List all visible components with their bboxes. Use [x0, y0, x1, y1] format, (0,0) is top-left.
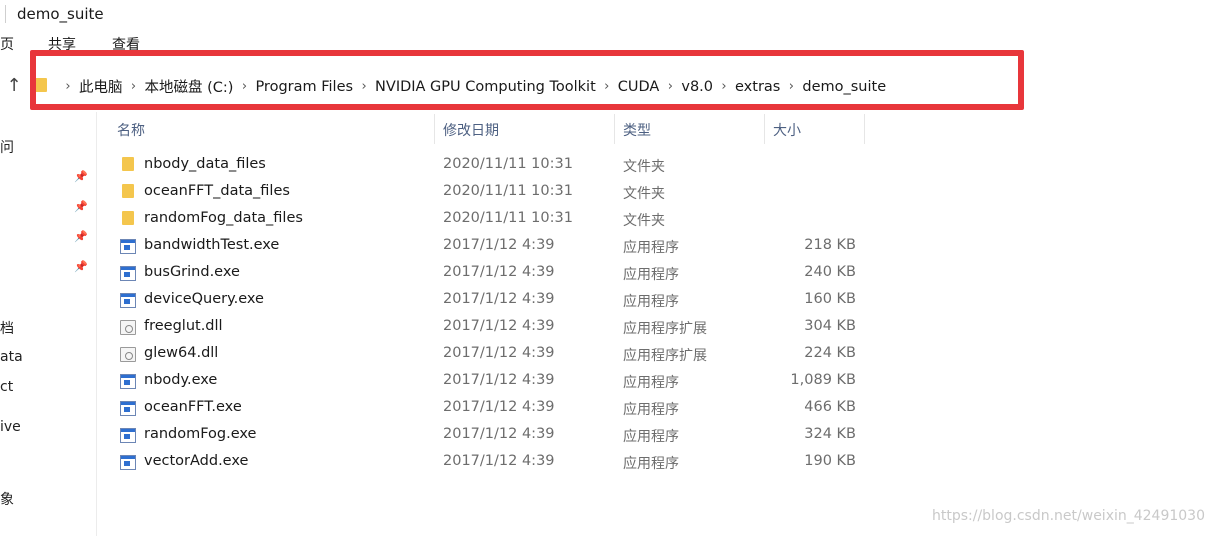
file-name: randomFog_data_files [144, 210, 303, 226]
file-name: nbody_data_files [144, 156, 266, 172]
file-name: glew64.dll [144, 345, 219, 361]
file-type: 应用程序 [623, 375, 679, 391]
file-date: 2017/1/12 4:39 [443, 399, 555, 415]
file-size: 160 KB [804, 291, 856, 307]
nav-item-fragment[interactable]: 档 [0, 318, 14, 338]
file-row[interactable]: vectorAdd.exe 2017/1/12 4:39 应用程序 190 KB [96, 449, 876, 476]
file-date: 2020/11/11 10:31 [443, 210, 573, 226]
pin-icon[interactable]: 📌 [74, 260, 88, 274]
dll-icon [120, 347, 136, 362]
pin-icon[interactable]: 📌 [74, 230, 88, 244]
file-name: oceanFFT.exe [144, 399, 242, 415]
file-type: 应用程序扩展 [623, 321, 707, 337]
file-row[interactable]: busGrind.exe 2017/1/12 4:39 应用程序 240 KB [96, 260, 876, 287]
file-type: 文件夹 [623, 213, 665, 229]
file-name: freeglut.dll [144, 318, 223, 334]
file-date: 2017/1/12 4:39 [443, 453, 555, 469]
file-size: 240 KB [804, 264, 856, 280]
file-type: 应用程序扩展 [623, 348, 707, 364]
pin-icon[interactable]: 📌 [74, 170, 88, 184]
file-row[interactable]: deviceQuery.exe 2017/1/12 4:39 应用程序 160 KB [96, 287, 876, 314]
up-arrow-icon[interactable]: ↑ [4, 76, 24, 96]
exe-icon [120, 401, 136, 416]
address-highlight-box [30, 50, 1024, 110]
folder-icon [122, 157, 134, 171]
title-bar: demo_suite [0, 0, 1215, 30]
file-name: bandwidthTest.exe [144, 237, 280, 253]
file-type: 应用程序 [623, 240, 679, 256]
folder-icon [122, 184, 134, 198]
file-row[interactable]: nbody_data_files 2020/11/11 10:31 文件夹 [96, 152, 876, 179]
exe-icon [120, 293, 136, 308]
file-size: 304 KB [804, 318, 856, 334]
column-divider[interactable] [614, 114, 615, 144]
file-row[interactable]: nbody.exe 2017/1/12 4:39 应用程序 1,089 KB [96, 368, 876, 395]
title-separator [5, 5, 6, 23]
file-name: nbody.exe [144, 372, 218, 388]
window-title: demo_suite [17, 5, 104, 23]
file-date: 2017/1/12 4:39 [443, 291, 555, 307]
file-row[interactable]: glew64.dll 2017/1/12 4:39 应用程序扩展 224 KB [96, 341, 876, 368]
file-row[interactable]: randomFog_data_files 2020/11/11 10:31 文件夹 [96, 206, 876, 233]
nav-item-fragment[interactable]: ive [0, 419, 21, 435]
column-divider[interactable] [864, 114, 865, 144]
file-name: deviceQuery.exe [144, 291, 264, 307]
file-type: 应用程序 [623, 429, 679, 445]
file-row[interactable]: oceanFFT.exe 2017/1/12 4:39 应用程序 466 KB [96, 395, 876, 422]
file-size: 324 KB [804, 426, 856, 442]
file-type: 应用程序 [623, 294, 679, 310]
nav-item-fragment[interactable]: 问 [0, 137, 14, 157]
navigation-pane: 问 📌 📌 📌 📌 档 ata ct ive 象 [0, 112, 97, 536]
exe-icon [120, 239, 136, 254]
file-name: randomFog.exe [144, 426, 257, 442]
file-size: 466 KB [804, 399, 856, 415]
nav-item-fragment[interactable]: ata [0, 349, 23, 365]
file-name: busGrind.exe [144, 264, 240, 280]
file-name: oceanFFT_data_files [144, 183, 290, 199]
file-size: 190 KB [804, 453, 856, 469]
nav-item-fragment[interactable]: 象 [0, 489, 14, 509]
file-type: 应用程序 [623, 402, 679, 418]
pin-icon[interactable]: 📌 [74, 200, 88, 214]
file-name: vectorAdd.exe [144, 453, 249, 469]
folder-icon [122, 211, 134, 225]
file-row[interactable]: randomFog.exe 2017/1/12 4:39 应用程序 324 KB [96, 422, 876, 449]
file-type: 应用程序 [623, 456, 679, 472]
file-size: 218 KB [804, 237, 856, 253]
column-divider[interactable] [764, 114, 765, 144]
file-date: 2017/1/12 4:39 [443, 345, 555, 361]
exe-icon [120, 266, 136, 281]
exe-icon [120, 428, 136, 443]
nav-item-fragment[interactable]: ct [0, 379, 13, 395]
file-date: 2017/1/12 4:39 [443, 318, 555, 334]
column-header-date[interactable]: 修改日期 [443, 120, 499, 140]
file-type: 文件夹 [623, 159, 665, 175]
file-row[interactable]: freeglut.dll 2017/1/12 4:39 应用程序扩展 304 KB [96, 314, 876, 341]
ribbon-tab-home[interactable]: 页 [0, 34, 14, 54]
column-header-size[interactable]: 大小 [773, 120, 801, 140]
column-header-name[interactable]: 名称 [117, 120, 145, 140]
file-date: 2017/1/12 4:39 [443, 426, 555, 442]
file-row[interactable]: bandwidthTest.exe 2017/1/12 4:39 应用程序 218 K… [96, 233, 876, 260]
file-size: 1,089 KB [790, 372, 856, 388]
file-date: 2017/1/12 4:39 [443, 237, 555, 253]
file-date: 2017/1/12 4:39 [443, 264, 555, 280]
exe-icon [120, 455, 136, 470]
file-type: 应用程序 [623, 267, 679, 283]
file-size: 224 KB [804, 345, 856, 361]
column-header-type[interactable]: 类型 [623, 120, 651, 140]
file-date: 2017/1/12 4:39 [443, 372, 555, 388]
watermark: https://blog.csdn.net/weixin_42491030 [931, 508, 1205, 524]
dll-icon [120, 320, 136, 335]
column-divider[interactable] [434, 114, 435, 144]
file-row[interactable]: oceanFFT_data_files 2020/11/11 10:31 文件夹 [96, 179, 876, 206]
file-date: 2020/11/11 10:31 [443, 156, 573, 172]
exe-icon [120, 374, 136, 389]
file-date: 2020/11/11 10:31 [443, 183, 573, 199]
file-type: 文件夹 [623, 186, 665, 202]
